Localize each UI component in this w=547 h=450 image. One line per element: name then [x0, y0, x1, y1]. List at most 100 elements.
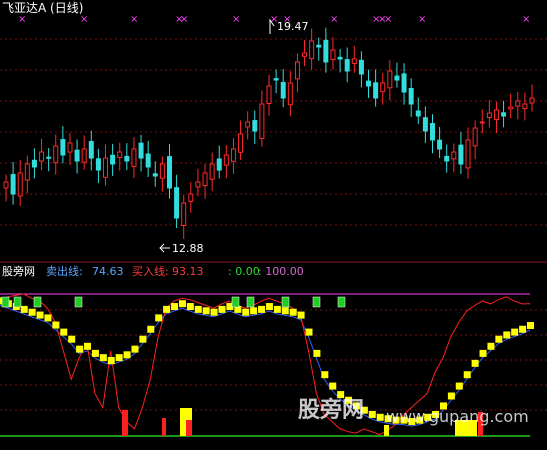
- zero-line-value: : 0.00: [228, 265, 260, 278]
- yellow-block: [20, 305, 28, 313]
- bottom-bar: [186, 420, 192, 436]
- green-signal-marker: [13, 296, 22, 308]
- candle-body: [366, 80, 372, 87]
- candle-body: [458, 144, 464, 165]
- hundred-line-value: : 100.00: [258, 265, 304, 278]
- yellow-block: [76, 345, 84, 353]
- candle-body: [472, 127, 478, 147]
- yellow-block: [36, 311, 44, 319]
- candle-body: [508, 106, 514, 110]
- candle-body: [316, 44, 322, 48]
- watermark-text: 股旁网: [298, 398, 365, 423]
- candle-body: [145, 153, 151, 168]
- yellow-block: [519, 325, 527, 333]
- yellow-block: [368, 410, 376, 418]
- yellow-block: [471, 359, 479, 367]
- candle-body: [259, 103, 265, 139]
- yellow-block: [131, 345, 139, 353]
- high-price-label: 19.47: [277, 20, 309, 33]
- yellow-block: [115, 354, 123, 362]
- candle-body: [309, 40, 315, 60]
- candle-body: [223, 154, 229, 166]
- x-marker: ×: [522, 14, 530, 25]
- low-price-label: 12.88: [172, 242, 204, 255]
- x-marker: ×: [330, 14, 338, 25]
- candle-body: [529, 97, 535, 104]
- yellow-block: [210, 308, 218, 316]
- x-marker: ×: [130, 14, 138, 25]
- candle-body: [159, 163, 165, 179]
- yellow-block: [329, 382, 337, 390]
- yellow-block: [376, 413, 384, 421]
- candle-body: [451, 151, 457, 160]
- candle-body: [380, 82, 386, 93]
- candle-body: [3, 181, 9, 189]
- candle-body: [351, 58, 357, 65]
- candle-body: [174, 187, 180, 219]
- candle-body: [486, 112, 492, 119]
- yellow-block: [84, 342, 92, 350]
- green-signal-marker: [74, 296, 83, 308]
- yellow-block: [265, 303, 273, 311]
- candle-body: [465, 139, 471, 169]
- yellow-block: [68, 335, 76, 343]
- candle-body: [408, 87, 414, 105]
- candle-body: [294, 61, 300, 80]
- candle-body: [117, 151, 123, 158]
- candle-body: [330, 49, 336, 61]
- candle-body: [202, 172, 208, 186]
- x-marker: ×: [384, 14, 392, 25]
- green-signal-marker: [231, 296, 240, 308]
- low-arrow: [159, 243, 170, 253]
- candle-body: [60, 139, 66, 156]
- candle-body: [46, 156, 52, 159]
- candle-body: [10, 174, 16, 195]
- yellow-block: [52, 321, 60, 329]
- yellow-block: [273, 305, 281, 313]
- yellow-block: [511, 328, 519, 336]
- yellow-block: [313, 349, 321, 357]
- yellow-block: [194, 305, 202, 313]
- yellow-block: [281, 307, 289, 315]
- yellow-block: [479, 349, 487, 357]
- yellow-block: [447, 392, 455, 400]
- yellow-block: [139, 335, 147, 343]
- candle-body: [387, 70, 393, 89]
- yellow-block: [305, 328, 313, 336]
- bottom-bar: [122, 410, 128, 436]
- candle-body: [344, 59, 350, 72]
- stock-chart-window[interactable]: × × × × × × × × × × × × × × 飞亚达A (日线) 19.47 12.88 股旁网…: [0, 0, 547, 446]
- yellow-block: [289, 308, 297, 316]
- yellow-block: [91, 349, 99, 357]
- candle-body: [103, 157, 109, 178]
- yellow-block: [321, 371, 329, 379]
- candle-body: [67, 142, 73, 153]
- candle-body: [358, 59, 364, 75]
- chart-canvas[interactable]: × × × ×× × × × × ××× × ×: [0, 0, 547, 446]
- yellow-block: [503, 331, 511, 339]
- candle-body: [252, 120, 258, 132]
- sell-line-label: 卖出线:: [46, 265, 83, 278]
- candle-body: [493, 109, 499, 121]
- x-marker: ×: [418, 14, 426, 25]
- candle-body: [373, 82, 379, 99]
- yellow-block: [44, 314, 52, 322]
- buy-line-value: 93.13: [172, 265, 204, 278]
- candle-body: [238, 133, 244, 153]
- candle-body: [323, 39, 329, 63]
- yellow-block: [495, 335, 503, 343]
- candle-body: [429, 123, 435, 141]
- bottom-bar: [384, 425, 389, 436]
- candle-body: [138, 142, 144, 159]
- yellow-block: [186, 303, 194, 311]
- candle-body: [81, 148, 87, 163]
- candle-body: [401, 73, 407, 93]
- candle-body: [95, 158, 101, 171]
- green-signal-marker: [246, 296, 255, 308]
- candle-body: [188, 193, 194, 202]
- candle-body: [124, 155, 130, 162]
- candle-body: [273, 78, 279, 81]
- candle-body: [444, 155, 450, 162]
- yellow-block: [163, 305, 171, 313]
- yellow-block: [297, 311, 305, 319]
